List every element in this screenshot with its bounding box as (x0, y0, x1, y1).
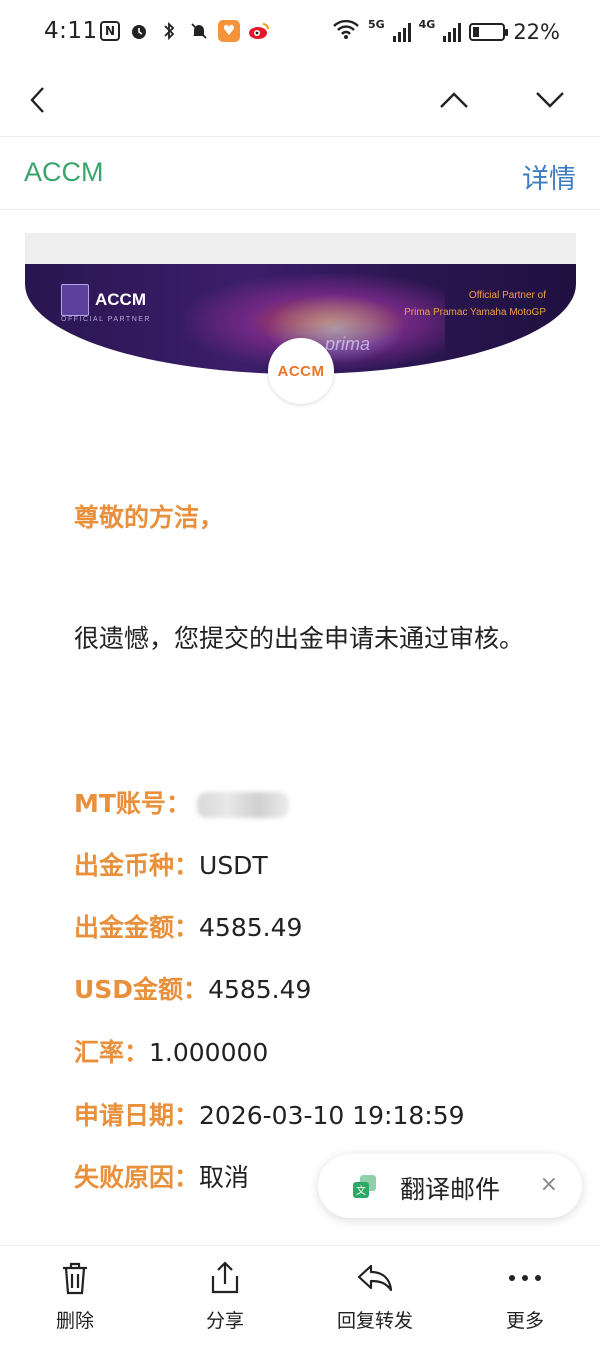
translate-label: 翻译邮件 (400, 1175, 501, 1204)
field-apply-date: 申请日期：2026-03-10 19:18:59 (74, 1096, 465, 1132)
field-value: 取消 (199, 1163, 250, 1192)
reply-forward-label: 回复转发 (336, 1310, 413, 1332)
bluetooth-icon (158, 20, 180, 42)
banner-partner-line2: Prima Pramac Yamaha MotoGP (404, 307, 546, 318)
share-icon (211, 1261, 239, 1294)
nfc-icon: N (100, 21, 120, 41)
network-5g-label: 5G (367, 18, 385, 31)
app-heart-icon: ♥ (218, 20, 240, 42)
sender-name[interactable]: ACCM (24, 157, 104, 188)
next-email-button[interactable] (528, 78, 572, 122)
banner-official-partner: OFFICIAL PARTNER (61, 316, 151, 323)
delete-button[interactable]: 删除 (25, 1258, 125, 1333)
alarm-icon (128, 20, 150, 42)
signal-bars-icon (392, 22, 411, 42)
field-value: 4585.49 (199, 913, 303, 942)
email-message: 很遗憾，您提交的出金申请未通过审核。 (74, 624, 525, 653)
delete-label: 删除 (55, 1310, 94, 1332)
field-value: 4585.49 (208, 975, 312, 1004)
weibo-icon (248, 20, 270, 42)
more-button[interactable]: 更多 (475, 1258, 575, 1333)
more-label: 更多 (505, 1310, 544, 1332)
field-label: 出金币种： (74, 851, 200, 880)
redacted-value (196, 792, 289, 818)
close-icon[interactable]: × (540, 1172, 558, 1197)
more-dots-icon (509, 1275, 541, 1281)
status-time: 4:11 (44, 18, 98, 44)
reply-forward-button[interactable]: 回复转发 (325, 1258, 425, 1333)
trash-icon (63, 1262, 87, 1295)
accm-logo: ACCM (268, 338, 334, 404)
previous-email-button[interactable] (432, 78, 476, 122)
top-navigation (0, 66, 600, 137)
field-value: USDT (199, 851, 268, 880)
status-icons: N ♥ (100, 20, 270, 42)
field-value: 1.000000 (149, 1038, 269, 1067)
svg-text:文: 文 (356, 1184, 366, 1197)
battery-icon (469, 22, 509, 41)
banner-partner-line1: Official Partner of (468, 290, 546, 301)
field-withdraw-amount: 出金金额：4585.49 (74, 908, 302, 944)
field-fail-reason: 失败原因：取消 (74, 1158, 249, 1194)
share-label: 分享 (205, 1310, 244, 1332)
field-currency: 出金币种：USDT (74, 846, 268, 882)
banner-watermark: prima (325, 334, 371, 354)
chevron-up-icon (440, 92, 468, 108)
field-usd-amount: USD金额：4585.49 (74, 970, 311, 1006)
reply-icon (357, 1264, 393, 1292)
email-greeting: 尊敬的方洁， (74, 503, 225, 532)
mute-bell-icon (188, 20, 210, 42)
signal-bars-icon-2 (443, 22, 462, 42)
battery-percent: 22% (513, 19, 560, 44)
field-label: 失败原因： (74, 1163, 200, 1192)
status-right: 5G 4G 22% (332, 18, 560, 45)
status-bar: 4:11 N ♥ 5G 4G 22% (0, 0, 600, 66)
field-label: 申请日期： (74, 1101, 200, 1130)
back-button[interactable] (16, 78, 60, 122)
translate-email-button[interactable]: 文 翻译邮件 × (318, 1154, 582, 1218)
wifi-icon (332, 18, 360, 45)
chevron-down-icon (536, 92, 564, 108)
bottom-action-bar: 删除 分享 回复转发 更多 (0, 1245, 600, 1346)
sender-row: ACCM 详情 (0, 137, 600, 210)
team-badge-icon (61, 284, 89, 316)
details-link[interactable]: 详情 (522, 157, 576, 196)
field-label: MT账号： (74, 789, 191, 818)
banner-brand: ACCM (61, 284, 146, 316)
field-label: 出金金额： (74, 913, 200, 942)
banner-partner-text: Official Partner of Prima Pramac Yamaha … (404, 287, 546, 321)
translate-icon: 文 (353, 1175, 376, 1198)
field-label: 汇率： (74, 1038, 150, 1067)
field-exchange-rate: 汇率：1.000000 (74, 1033, 268, 1069)
chevron-left-icon (30, 87, 44, 113)
banner-brand-text: ACCM (95, 290, 146, 309)
banner-top-strip (25, 233, 576, 264)
network-4g-label: 4G (418, 18, 436, 31)
share-button[interactable]: 分享 (175, 1258, 275, 1333)
field-mt-account: MT账号： (74, 784, 289, 820)
field-value: 2026-03-10 19:18:59 (199, 1101, 465, 1130)
field-label: USD金额： (74, 975, 209, 1004)
